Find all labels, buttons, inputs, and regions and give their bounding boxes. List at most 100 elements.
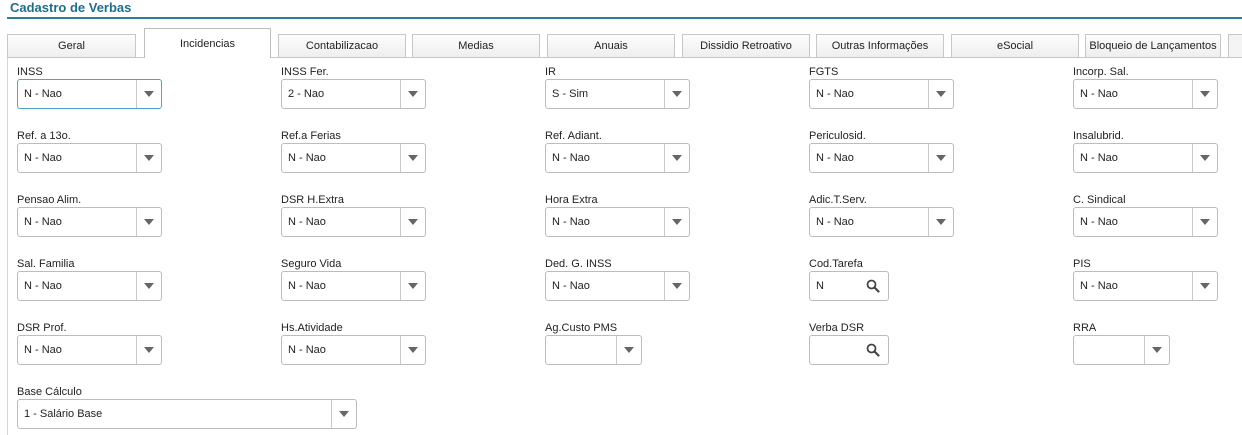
hs-atividade-select[interactable]: N - Nao [281,335,426,365]
tab-bloqueio-de-lancamentos[interactable]: Bloqueio de Lançamentos [1085,34,1221,57]
chevron-down-icon[interactable] [144,347,154,353]
base-calculo-value: 1 - Salário Base [24,408,103,420]
hs-atividade-label: Hs.Atividade [281,322,343,334]
chevron-down-icon[interactable] [936,91,946,97]
tab-anuais[interactable]: Anuais [547,34,675,57]
tab-dissidio-retroativo[interactable]: Dissidio Retroativo [682,34,810,57]
ag-custo-pms-select[interactable] [545,335,642,365]
tab-outras-informacoes[interactable]: Outras Informações [816,34,944,57]
fgts-select[interactable]: N - Nao [809,79,954,109]
select-divider [1144,336,1145,364]
chevron-down-icon[interactable] [672,155,682,161]
sal-familia-value: N - Nao [24,280,62,292]
ded-g-inss-value: N - Nao [552,280,590,292]
insalubrid-label: Insalubrid. [1073,130,1124,142]
seguro-vida-select[interactable]: N - Nao [281,271,426,301]
tab-geral[interactable]: Geral [7,34,136,57]
tab-bar: Geral Incidencias Contabilizacao Medias … [0,0,1242,60]
ref-a-13o-label: Ref. a 13o. [17,130,71,142]
chevron-down-icon[interactable] [624,347,634,353]
select-divider [1192,144,1193,172]
tab-incidencias[interactable]: Incidencias [144,28,271,58]
inss-fer-select[interactable]: 2 - Nao [281,79,426,109]
periculosid-value: N - Nao [816,152,854,164]
chevron-down-icon[interactable] [936,219,946,225]
select-divider [928,80,929,108]
insalubrid-select[interactable]: N - Nao [1073,143,1218,173]
select-divider [664,144,665,172]
seguro-vida-value: N - Nao [288,280,326,292]
hora-extra-select[interactable]: N - Nao [545,207,690,237]
ref-adiant-label: Ref. Adiant. [545,130,602,142]
dsr-prof-select[interactable]: N - Nao [17,335,162,365]
tab-contabilizacao[interactable]: Contabilizacao [278,34,406,57]
periculosid-select[interactable]: N - Nao [809,143,954,173]
tab-esocial[interactable]: eSocial [951,34,1079,57]
cod-tarefa-search-field[interactable]: N [809,271,889,301]
pensao-alim-select[interactable]: N - Nao [17,207,162,237]
chevron-down-icon[interactable] [672,219,682,225]
ref-a-ferias-select[interactable]: N - Nao [281,143,426,173]
select-divider [664,272,665,300]
base-calculo-select[interactable]: 1 - Salário Base [17,399,357,429]
chevron-down-icon[interactable] [936,155,946,161]
chevron-down-icon[interactable] [1200,219,1210,225]
select-divider [1192,208,1193,236]
fgts-label: FGTS [809,66,839,78]
search-icon[interactable] [866,343,880,357]
ir-value: S - Sim [552,88,589,100]
inss-value: N - Nao [24,88,62,100]
inss-fer-value: 2 - Nao [288,88,325,100]
dsr-h-extra-value: N - Nao [288,216,326,228]
chevron-down-icon[interactable] [672,283,682,289]
select-divider [136,336,137,364]
dsr-h-extra-select[interactable]: N - Nao [281,207,426,237]
pis-select[interactable]: N - Nao [1073,271,1218,301]
inss-fer-label: INSS Fer. [281,66,329,78]
chevron-down-icon[interactable] [144,91,154,97]
hora-extra-label: Hora Extra [545,194,598,206]
ref-a-13o-select[interactable]: N - Nao [17,143,162,173]
search-icon[interactable] [866,279,880,293]
chevron-down-icon[interactable] [672,91,682,97]
chevron-down-icon[interactable] [1152,347,1162,353]
adic-t-serv-label: Adic.T.Serv. [809,194,867,206]
select-divider [136,272,137,300]
c-sindical-select[interactable]: N - Nao [1073,207,1218,237]
chevron-down-icon[interactable] [339,411,349,417]
chevron-down-icon[interactable] [144,283,154,289]
chevron-down-icon[interactable] [408,91,418,97]
select-divider [1192,272,1193,300]
chevron-down-icon[interactable] [408,347,418,353]
chevron-down-icon[interactable] [1200,155,1210,161]
incorp-sal-label: Incorp. Sal. [1073,66,1129,78]
hs-atividade-value: N - Nao [288,344,326,356]
select-divider [400,336,401,364]
chevron-down-icon[interactable] [408,283,418,289]
tab-medias[interactable]: Medias [412,34,540,57]
sal-familia-select[interactable]: N - Nao [17,271,162,301]
rra-select[interactable] [1073,335,1170,365]
chevron-down-icon[interactable] [1200,91,1210,97]
ir-select[interactable]: S - Sim [545,79,690,109]
chevron-down-icon[interactable] [1200,283,1210,289]
ref-adiant-select[interactable]: N - Nao [545,143,690,173]
pensao-alim-value: N - Nao [24,216,62,228]
chevron-down-icon[interactable] [408,219,418,225]
chevron-down-icon[interactable] [144,219,154,225]
chevron-down-icon[interactable] [408,155,418,161]
adic-t-serv-select[interactable]: N - Nao [809,207,954,237]
verba-dsr-search-field[interactable] [809,335,889,365]
ir-label: IR [545,66,556,78]
ded-g-inss-select[interactable]: N - Nao [545,271,690,301]
select-divider [928,208,929,236]
tab-scroll-edge[interactable] [1228,34,1242,57]
c-sindical-label: C. Sindical [1073,194,1126,206]
select-divider [616,336,617,364]
inss-select[interactable]: N - Nao [17,79,162,109]
incorp-sal-select[interactable]: N - Nao [1073,79,1218,109]
rra-label: RRA [1073,322,1097,334]
ref-adiant-value: N - Nao [552,152,590,164]
chevron-down-icon[interactable] [144,155,154,161]
select-divider [928,144,929,172]
